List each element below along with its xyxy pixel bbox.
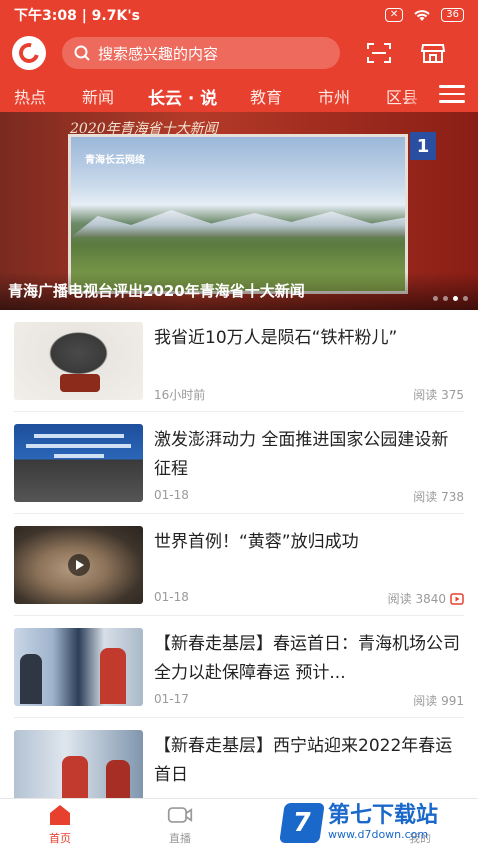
list-item[interactable]: 【新春走基层】春运首日：青海机场公司全力以赴保障春运 预计... 01-17 阅…	[14, 616, 464, 718]
tab-counties[interactable]: 区县	[386, 84, 418, 108]
tab-education[interactable]: 教育	[250, 84, 282, 108]
category-tabs: 热点 新闻 长云 · 说 教育 市州 区县	[0, 76, 478, 112]
article-time: 16小时前	[154, 388, 206, 402]
hero-banner[interactable]: 2020年青海省十大新闻 青海长云网络 1 青海广播电视台评出2020年青海省十…	[0, 112, 478, 310]
article-thumbnail	[14, 322, 143, 400]
list-item[interactable]: 世界首例！“黄蓉”放归成功 01-18 阅读 3840	[14, 514, 464, 616]
status-time: 下午3:08 | 9.7K's	[14, 8, 140, 24]
sim-icon: ✕	[384, 8, 404, 22]
article-time: 01-17	[154, 692, 189, 706]
article-title: 【新春走基层】春运首日：青海机场公司全力以赴保障春运 预计...	[154, 634, 460, 683]
article-time: 01-18	[154, 590, 189, 604]
app-header: 搜索感兴趣的内容	[0, 30, 478, 76]
app-logo[interactable]	[12, 36, 46, 70]
tab-cities[interactable]: 市州	[318, 84, 350, 108]
list-item[interactable]: 我省近10万人是陨石“铁杆粉儿” 16小时前 阅读 375	[14, 310, 464, 412]
article-reads: 阅读 738	[413, 490, 464, 504]
wifi-icon	[414, 10, 430, 21]
status-bar: 下午3:08 | 9.7K's ✕ 36	[0, 0, 478, 30]
search-placeholder: 搜索感兴趣的内容	[98, 44, 219, 63]
tab-hot[interactable]: 热点	[14, 84, 46, 108]
banner-brand: 青海长云网络	[85, 155, 145, 166]
article-reads: 阅读 375	[413, 388, 464, 402]
carousel-indicator	[433, 296, 468, 301]
article-time: 01-18	[154, 488, 189, 502]
article-reads: 阅读 991	[413, 694, 464, 708]
article-title: 我省近10万人是陨石“铁杆粉儿”	[154, 328, 398, 348]
article-thumbnail	[14, 628, 143, 706]
banner-badge: 1	[410, 132, 436, 160]
article-thumbnail	[14, 424, 143, 502]
article-reads: 阅读 3840	[387, 592, 446, 606]
watermark: 7 第七下载站 www.d7down.com	[279, 800, 472, 846]
search-input[interactable]: 搜索感兴趣的内容	[62, 37, 340, 69]
article-thumbnail	[14, 526, 143, 604]
watermark-logo: 7	[279, 803, 325, 843]
live-icon	[167, 803, 193, 827]
article-thumbnail	[14, 730, 143, 808]
menu-icon[interactable]	[426, 76, 478, 112]
home-icon	[47, 803, 73, 827]
video-icon	[450, 592, 464, 605]
watermark-name: 第七下载站	[328, 803, 439, 828]
tab-changyun-talk[interactable]: 长云 · 说	[148, 84, 217, 109]
tab-home-label: 首页	[49, 832, 71, 845]
article-title: 激发澎湃动力 全面推进国家公园建设新征程	[154, 430, 449, 479]
list-item[interactable]: 激发澎湃动力 全面推进国家公园建设新征程 01-18 阅读 738	[14, 412, 464, 514]
watermark-url: www.d7down.com	[328, 828, 429, 841]
battery-icon: 36	[441, 8, 464, 22]
search-icon	[74, 45, 90, 61]
scan-icon[interactable]	[364, 38, 394, 68]
article-title: 世界首例！“黄蓉”放归成功	[154, 532, 359, 552]
tab-home[interactable]: 首页	[30, 803, 90, 849]
article-title: 【新春走基层】西宁站迎来2022年春运首日	[154, 736, 453, 785]
tab-live[interactable]: 直播	[150, 803, 210, 849]
banner-caption: 青海广播电视台评出2020年青海省十大新闻	[8, 282, 305, 300]
shop-icon[interactable]	[418, 38, 448, 68]
tab-news[interactable]: 新闻	[82, 84, 114, 108]
banner-image: 青海长云网络	[68, 134, 408, 294]
play-icon	[68, 554, 90, 576]
tab-live-label: 直播	[169, 832, 191, 845]
